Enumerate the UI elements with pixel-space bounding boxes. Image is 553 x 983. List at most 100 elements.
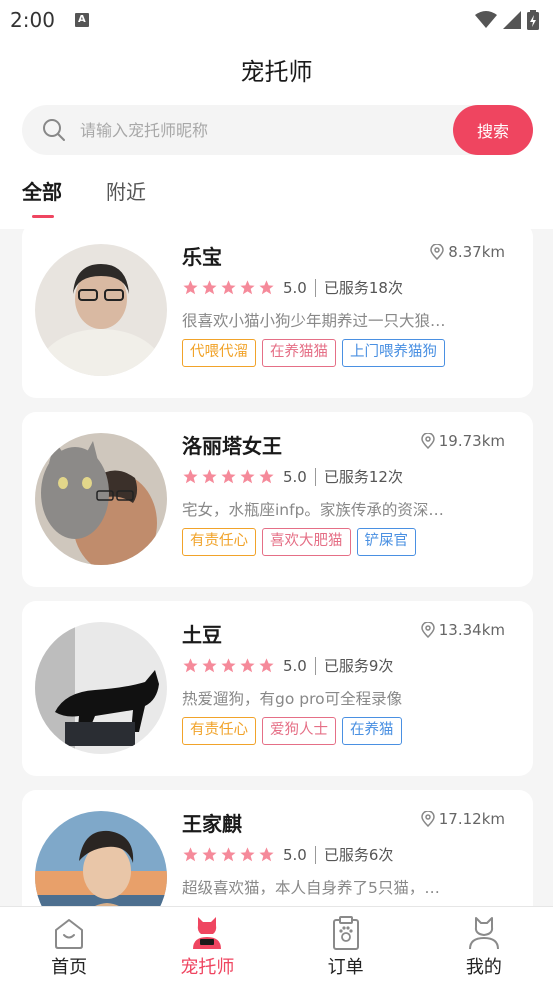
served-count: 已服务9次 <box>323 657 394 675</box>
tag: 喜欢大肥猫 <box>262 528 351 556</box>
tab-label: 全部 <box>22 180 62 204</box>
tag: 代喂代溜 <box>182 339 256 367</box>
sitter-card[interactable]: 王家麒 17.12km 5.0 已服务6次 超级喜欢猫，本人自身养了5只猫，… <box>22 790 533 906</box>
avatar <box>35 433 167 565</box>
star-icon <box>183 847 198 862</box>
status-bar: 2:00 A <box>0 0 553 40</box>
tab-underline <box>32 215 54 218</box>
star-icon <box>221 280 236 295</box>
star-icon <box>183 469 198 484</box>
status-time: 2:00 <box>10 8 55 32</box>
distance: 13.34km <box>420 621 505 639</box>
star-icon <box>221 469 236 484</box>
tag: 有责任心 <box>182 717 256 745</box>
divider <box>314 656 316 675</box>
tag-list: 代喂代溜 在养猫猫 上门喂养猫狗 <box>182 339 445 367</box>
rating-value: 5.0 <box>283 467 307 486</box>
nav-profile[interactable]: 我的 <box>415 907 553 983</box>
distance: 19.73km <box>420 432 505 450</box>
sitter-name: 洛丽塔女王 <box>182 434 282 458</box>
distance-value: 8.37km <box>448 243 505 261</box>
star-rating <box>182 279 275 296</box>
distance: 17.12km <box>420 810 505 828</box>
home-icon <box>55 919 84 949</box>
sitter-description: 宅女，水瓶座infp。家族传承的资深… <box>182 501 444 519</box>
profile-icon <box>468 917 499 950</box>
sitter-name: 乐宝 <box>182 245 222 269</box>
distance-value: 13.34km <box>438 621 505 639</box>
star-icon <box>240 847 255 862</box>
sitter-description: 超级喜欢猫，本人自身养了5只猫，… <box>182 879 440 897</box>
star-rating <box>182 657 275 674</box>
sitter-card[interactable]: 土豆 13.34km 5.0 已服务9次 热爱遛狗，有go pro可全程录像 有… <box>22 601 533 776</box>
tag: 上门喂养猫狗 <box>342 339 445 367</box>
sitter-name: 王家麒 <box>182 812 242 836</box>
divider <box>314 278 316 297</box>
avatar <box>35 811 167 906</box>
tag-list: 有责任心 喜欢大肥猫 铲屎官 <box>182 528 416 556</box>
served-count: 已服务18次 <box>323 279 403 297</box>
star-icon <box>202 280 217 295</box>
nav-label: 订单 <box>327 957 364 978</box>
tab-nearby[interactable]: 附近 <box>106 176 146 216</box>
nav-home[interactable]: 首页 <box>0 907 138 983</box>
star-rating <box>182 846 275 863</box>
star-icon <box>259 847 274 862</box>
tag: 爱狗人士 <box>262 717 336 745</box>
wifi-icon <box>475 11 497 28</box>
tag: 有责任心 <box>182 528 256 556</box>
star-icon <box>259 469 274 484</box>
tab-all[interactable]: 全部 <box>22 176 62 218</box>
nav-label: 我的 <box>465 957 502 978</box>
sitter-description: 很喜欢小猫小狗少年期养过一只大狼… <box>182 312 446 330</box>
sitter-list[interactable]: 乐宝 8.37km 5.0 已服务18次 很喜欢小猫小狗少年期养过一只大狼… 代… <box>0 229 553 906</box>
divider <box>314 845 316 864</box>
rating-row: 5.0 已服务9次 <box>182 655 393 676</box>
served-count: 已服务6次 <box>323 846 394 864</box>
filter-tabs: 全部 附近 <box>22 176 146 218</box>
rating-value: 5.0 <box>283 845 307 864</box>
star-rating <box>182 468 275 485</box>
rating-row: 5.0 已服务6次 <box>182 844 393 865</box>
star-icon <box>183 658 198 673</box>
search-input[interactable] <box>80 105 450 155</box>
star-icon <box>202 658 217 673</box>
sitter-card[interactable]: 乐宝 8.37km 5.0 已服务18次 很喜欢小猫小狗少年期养过一只大狼… 代… <box>22 229 533 398</box>
search-bar: 搜索 <box>22 105 533 155</box>
nav-sitter[interactable]: 宠托师 <box>138 907 276 983</box>
rating-row: 5.0 已服务18次 <box>182 277 403 298</box>
signal-icon <box>503 11 521 29</box>
star-icon <box>240 280 255 295</box>
star-icon <box>202 469 217 484</box>
tag: 在养猫 <box>342 717 402 745</box>
rating-row: 5.0 已服务12次 <box>182 466 403 487</box>
notification-icon: A <box>74 13 89 27</box>
served-count: 已服务12次 <box>323 468 403 486</box>
status-indicators <box>475 10 539 30</box>
tag-list: 有责任心 爱狗人士 在养猫 <box>182 717 402 745</box>
divider <box>314 467 316 486</box>
location-icon <box>420 622 435 638</box>
star-icon <box>240 469 255 484</box>
distance-value: 19.73km <box>438 432 505 450</box>
page-title: 宠托师 <box>240 58 313 86</box>
nav-order[interactable]: 订单 <box>277 907 415 983</box>
distance: 8.37km <box>430 243 505 261</box>
search-icon <box>43 119 65 141</box>
avatar <box>35 622 167 754</box>
battery-icon <box>527 10 539 30</box>
star-icon <box>221 658 236 673</box>
distance-value: 17.12km <box>438 810 505 828</box>
avatar <box>35 244 167 376</box>
bottom-nav: 首页 宠托师 订单 我的 <box>0 906 553 983</box>
search-button[interactable]: 搜索 <box>453 105 533 155</box>
location-icon <box>420 811 435 827</box>
star-icon <box>221 847 236 862</box>
order-icon <box>332 916 359 950</box>
rating-value: 5.0 <box>283 278 307 297</box>
tag: 在养猫猫 <box>262 339 336 367</box>
location-icon <box>420 433 435 449</box>
sitter-card[interactable]: 洛丽塔女王 19.73km 5.0 已服务12次 宅女，水瓶座infp。家族传承… <box>22 412 533 587</box>
sitter-name: 土豆 <box>182 623 222 647</box>
location-icon <box>430 244 445 260</box>
